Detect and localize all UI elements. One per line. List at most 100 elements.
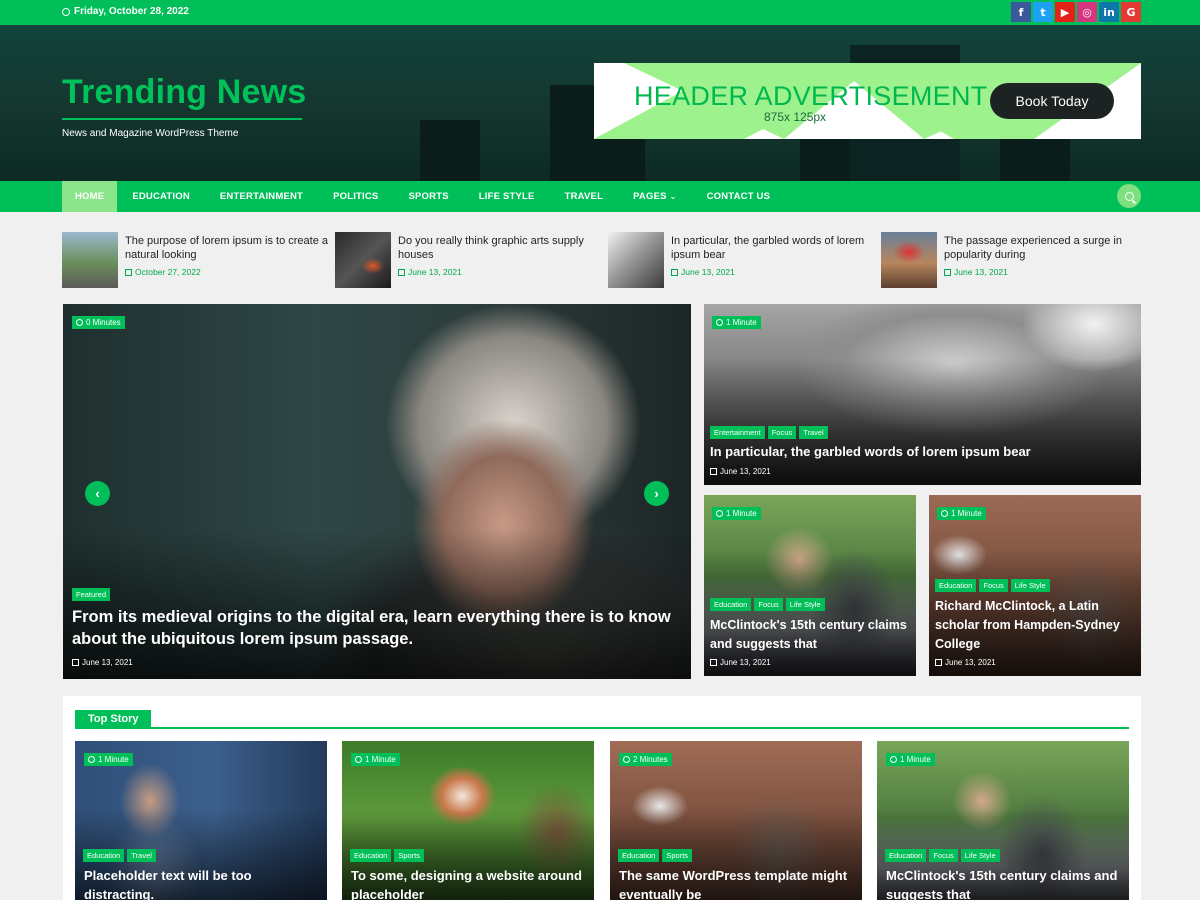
- tag-focus[interactable]: Focus: [767, 426, 797, 439]
- ticker-title[interactable]: Do you really think graphic arts supply …: [398, 232, 608, 262]
- nav-item-home[interactable]: HOME: [62, 181, 118, 212]
- hero-slider[interactable]: 0 Minutes ‹ › Featured From its medieval…: [63, 304, 691, 679]
- tag-education[interactable]: Education: [710, 598, 752, 611]
- hero-title[interactable]: From its medieval origins to the digital…: [72, 606, 672, 650]
- card-tags: Education Focus Life Style: [710, 598, 825, 611]
- ticker-title[interactable]: In particular, the garbled words of lore…: [671, 232, 881, 262]
- tag-focus[interactable]: Focus: [754, 598, 783, 611]
- ticker-item[interactable]: The passage experienced a surge in popul…: [881, 232, 1154, 288]
- top-story-card-1[interactable]: 1 Minute Education Travel Placeholder te…: [75, 741, 327, 900]
- nav-item-label: POLITICS: [333, 191, 379, 202]
- read-time-text: 1 Minute: [365, 755, 396, 764]
- search-button[interactable]: [1117, 184, 1141, 208]
- ticker-item[interactable]: Do you really think graphic arts supply …: [335, 232, 608, 288]
- clock-icon: [623, 756, 630, 763]
- tag-education[interactable]: Education: [350, 849, 392, 862]
- tag-education[interactable]: Education: [885, 849, 927, 862]
- tag-education[interactable]: Education: [83, 849, 125, 862]
- book-today-button[interactable]: Book Today: [990, 83, 1114, 119]
- date-text: October 27, 2022: [135, 267, 201, 277]
- facebook-icon[interactable]: f: [1011, 2, 1031, 22]
- card-title[interactable]: McClintock's 15th century claims and sug…: [710, 616, 910, 654]
- card-title[interactable]: McClintock's 15th century claims and sug…: [886, 866, 1126, 900]
- card-title[interactable]: The same WordPress template might eventu…: [619, 866, 854, 900]
- read-time-text: 1 Minute: [900, 755, 931, 764]
- tag-entertainment[interactable]: Entertainment: [710, 426, 765, 439]
- social-links: f t ▶ ◎ in G: [1011, 2, 1141, 22]
- side-card-1[interactable]: 1 Minute Education Focus Life Style McCl…: [704, 495, 916, 676]
- nav-item-politics[interactable]: POLITICS: [318, 181, 393, 212]
- nav-menu: HOME EDUCATION ENTERTAINMENT POLITICS SPORTS…: [62, 181, 785, 212]
- google-icon[interactable]: G: [1121, 2, 1141, 22]
- main-navigation: HOME EDUCATION ENTERTAINMENT POLITICS SPORTS…: [0, 181, 1200, 212]
- nav-item-label: HOME: [75, 191, 105, 202]
- nav-item-contact-us[interactable]: CONTACT US: [692, 181, 786, 212]
- tag-sports[interactable]: Sports: [394, 849, 425, 862]
- instagram-icon[interactable]: ◎: [1077, 2, 1097, 22]
- ticker-date: June 13, 2021: [944, 267, 1154, 277]
- tag-life-style[interactable]: Life Style: [960, 849, 1000, 862]
- site-title[interactable]: Trending News: [62, 73, 306, 112]
- card-tags: Education Focus Life Style: [935, 579, 1050, 592]
- ticker-thumbnail[interactable]: [62, 232, 118, 288]
- top-story-card-4[interactable]: 1 Minute Education Focus Life Style McCl…: [877, 741, 1129, 900]
- date-text: June 13, 2021: [720, 658, 771, 667]
- twitter-icon[interactable]: t: [1033, 2, 1053, 22]
- linkedin-icon[interactable]: in: [1099, 2, 1119, 22]
- clock-icon: [76, 319, 83, 326]
- calendar-icon: [710, 468, 717, 475]
- nav-item-label: ENTERTAINMENT: [219, 191, 304, 202]
- tag-sports[interactable]: Sports: [662, 849, 693, 862]
- card-date: June 13, 2021: [710, 467, 771, 476]
- tag-education[interactable]: Education: [935, 579, 977, 592]
- tag-focus[interactable]: Focus: [929, 849, 958, 862]
- nav-item-entertainment[interactable]: ENTERTAINMENT: [205, 181, 318, 212]
- card-tags: Entertainment Focus Travel: [710, 426, 828, 439]
- card-title[interactable]: In particular, the garbled words of lore…: [710, 444, 1031, 459]
- slider-next-button[interactable]: ›: [644, 481, 669, 506]
- ticker-title[interactable]: The purpose of lorem ipsum is to create …: [125, 232, 335, 262]
- header-advertisement[interactable]: HEADER ADVERTISEMENT 875x 125px Book Tod…: [594, 63, 1141, 139]
- ticker-thumbnail[interactable]: [335, 232, 391, 288]
- nav-item-travel[interactable]: TRAVEL: [550, 181, 619, 212]
- ticker-item[interactable]: The purpose of lorem ipsum is to create …: [62, 232, 335, 288]
- ticker-date: October 27, 2022: [125, 267, 335, 277]
- top-story-card-2[interactable]: 1 Minute Education Sports To some, desig…: [342, 741, 594, 900]
- tag-education[interactable]: Education: [618, 849, 660, 862]
- clock-icon: [355, 756, 362, 763]
- date-text: June 13, 2021: [408, 267, 462, 277]
- read-time-badge: 1 Minute: [886, 753, 935, 766]
- card-title[interactable]: To some, designing a website around plac…: [351, 866, 586, 900]
- card-tags: Education Travel: [83, 849, 156, 862]
- top-story-section: Top Story 1 Minute Education Travel Plac…: [63, 696, 1141, 900]
- tag-featured[interactable]: Featured: [72, 588, 111, 601]
- tag-life-style[interactable]: Life Style: [785, 598, 825, 611]
- card-title[interactable]: Placeholder text will be too distracting…: [84, 866, 319, 900]
- nav-item-pages[interactable]: PAGES ⌄: [618, 181, 691, 212]
- nav-item-life-style[interactable]: LIFE STYLE: [464, 181, 550, 212]
- tag-focus[interactable]: Focus: [979, 579, 1008, 592]
- tag-travel[interactable]: Travel: [127, 849, 156, 862]
- nav-item-label: LIFE STYLE: [478, 191, 535, 202]
- read-time-text: 1 Minute: [98, 755, 129, 764]
- read-time-text: 0 Minutes: [86, 318, 121, 327]
- ticker-thumbnail[interactable]: [608, 232, 664, 288]
- calendar-icon: [671, 268, 678, 276]
- card-title[interactable]: Richard McClintock, a Latin scholar from…: [935, 597, 1135, 654]
- card-date: June 13, 2021: [710, 658, 771, 667]
- hero-tags: Featured: [72, 588, 111, 601]
- top-story-card-3[interactable]: 2 Minutes Education Sports The same Word…: [610, 741, 862, 900]
- ticker-title[interactable]: The passage experienced a surge in popul…: [944, 232, 1154, 262]
- youtube-icon[interactable]: ▶: [1055, 2, 1075, 22]
- slider-prev-button[interactable]: ‹: [85, 481, 110, 506]
- nav-item-sports[interactable]: SPORTS: [393, 181, 463, 212]
- tag-travel[interactable]: Travel: [799, 426, 828, 439]
- tag-life-style[interactable]: Life Style: [1010, 579, 1050, 592]
- nav-item-education[interactable]: EDUCATION: [117, 181, 205, 212]
- side-featured-card[interactable]: 1 Minute Entertainment Focus Travel In p…: [704, 304, 1141, 485]
- calendar-icon: [72, 659, 79, 666]
- side-card-2[interactable]: 1 Minute Education Focus Life Style Rich…: [929, 495, 1141, 676]
- ticker-item[interactable]: In particular, the garbled words of lore…: [608, 232, 881, 288]
- ticker-thumbnail[interactable]: [881, 232, 937, 288]
- skyline-shape: [420, 120, 480, 181]
